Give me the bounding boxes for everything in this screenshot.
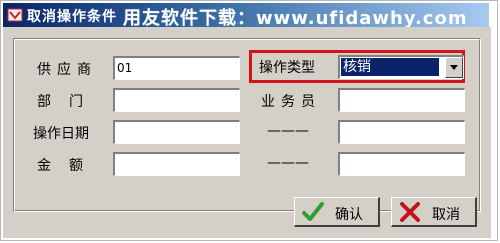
supplier-label: 供应商 [37,62,97,78]
department-label: 部 门 [37,94,85,110]
dialog-client: 供应商 01 部 门 操作日期 金 额 操作类型 核销 业务员 ——— ——— … [3,27,491,238]
chevron-down-icon [450,65,458,70]
department-input[interactable] [113,88,240,112]
clerk-label: 业务员 [261,94,321,110]
dash-label-2: ——— [267,155,309,171]
amount-input[interactable] [113,152,240,176]
op-type-select[interactable]: 核销 [338,55,464,79]
op-date-label: 操作日期 [33,126,89,142]
clerk-input[interactable] [338,88,465,112]
dash-input-2[interactable] [338,152,465,176]
title-bar[interactable]: 取消操作条件 用友软件下载：www.ufidawhy.com [3,3,489,29]
op-type-value: 核销 [341,58,439,76]
window-title: 取消操作条件 [27,9,117,25]
dash-label-1: ——— [267,123,309,139]
dash-input-1[interactable] [338,120,465,144]
confirm-button[interactable]: 确认 [294,197,380,227]
cancel-button[interactable]: 取消 [391,197,477,227]
confirm-label: 确认 [335,207,363,223]
op-type-label: 操作类型 [259,60,315,76]
supplier-input[interactable]: 01 [113,56,240,80]
dialog-window: 取消操作条件 用友软件下载：www.ufidawhy.com 供应商 01 部 … [0,0,498,241]
checkmark-icon [302,202,324,221]
close-icon [400,202,420,222]
op-type-dropdown-button[interactable] [445,57,463,78]
amount-label: 金 额 [37,158,85,174]
op-date-input[interactable] [113,120,240,144]
app-icon [7,8,23,22]
cancel-label: 取消 [432,207,460,223]
